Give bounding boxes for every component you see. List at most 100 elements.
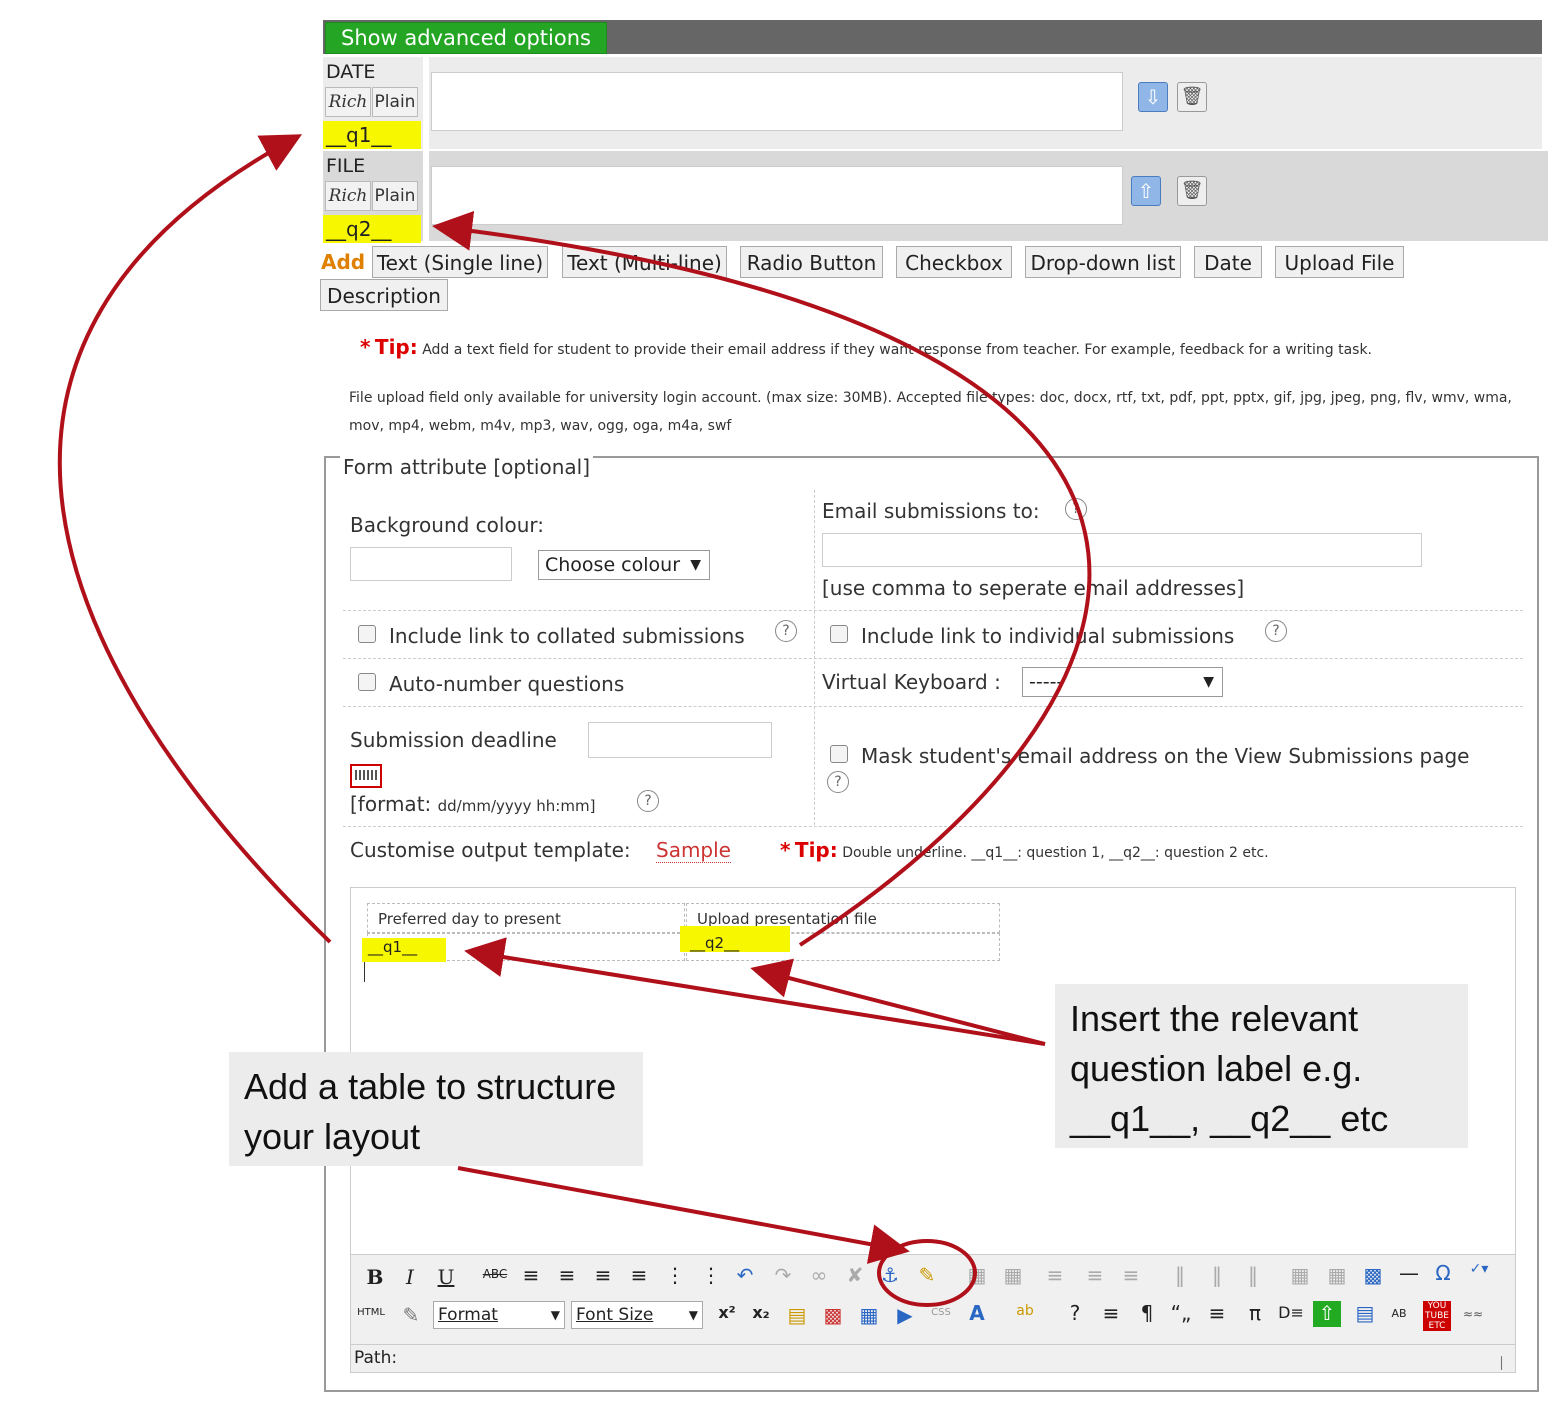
help-icon[interactable]: ? [827,771,849,793]
pilcrow-icon[interactable]: ¶ [1133,1301,1161,1325]
delete-row-icon[interactable]: ≡ [1117,1263,1145,1287]
file-upload-info: File upload field only available for uni… [349,390,1512,434]
format-select[interactable]: Format ▼ [433,1301,565,1329]
plain-text-button[interactable]: Plain [372,87,418,117]
insert-table-icon[interactable]: ✎ [913,1263,941,1287]
delete-col-icon[interactable]: ‖ [1239,1263,1267,1287]
special-char-icon[interactable]: Ω [1429,1261,1457,1285]
abbreviation-icon[interactable]: AB [1385,1307,1413,1320]
anchor-icon[interactable]: ⚓ [876,1263,904,1287]
table-header-cell[interactable]: Preferred day to present [367,903,685,933]
calendar-icon[interactable] [350,764,382,788]
redo-icon[interactable]: ↷ [769,1263,797,1287]
plain-text-button[interactable]: Plain [372,181,418,211]
definition-icon[interactable]: D≡ [1277,1303,1305,1322]
background-colour-label: Background colour: [350,513,544,537]
add-text-single-line-button[interactable]: Text (Single line) [372,246,548,278]
font-color-icon[interactable]: A [963,1301,991,1325]
window-icon[interactable]: ▤ [1351,1301,1379,1325]
virtual-keyboard-select[interactable]: ----- ▼ [1022,667,1223,697]
pi-icon[interactable]: π [1241,1301,1269,1325]
insert-row-after-icon[interactable]: ≡ [1081,1263,1109,1287]
mask-email-label: Mask student's email address on the View… [861,744,1470,768]
help-box-icon[interactable]: ? [1061,1301,1089,1325]
arrow-up-icon[interactable]: ⇧ [1131,176,1161,206]
numbered-list-icon[interactable]: ⋮ [697,1263,725,1287]
cell-label-q2: __q2__ [680,926,790,952]
help-icon[interactable]: ? [637,790,659,812]
template-tip: * Tip: Double underline. __q1__: questio… [780,838,1269,862]
align-right-icon[interactable]: ≡ [589,1263,617,1287]
superscript-icon[interactable]: x² [713,1303,741,1322]
trash-icon[interactable]: 🗑 [1177,176,1207,206]
visual-aid-icon[interactable]: ▩ [1359,1263,1387,1287]
background-colour-input[interactable] [350,547,512,581]
choose-colour-select[interactable]: Choose colour ▼ [538,550,710,580]
indent-icon[interactable]: ≡ [1097,1301,1125,1325]
submission-deadline-input[interactable] [588,722,772,758]
spellcheck-icon[interactable]: ✓▾ [1465,1261,1493,1277]
resize-handle-icon[interactable]: ∣ [1498,1355,1505,1371]
paste-word-icon[interactable]: ▤ [783,1303,811,1327]
unlink-icon[interactable]: ✘ [841,1263,869,1287]
show-advanced-options-button[interactable]: Show advanced options [325,22,607,54]
upload-icon[interactable]: ⇧ [1313,1301,1341,1327]
split-cells-icon[interactable]: ▦ [1286,1263,1314,1287]
link-icon[interactable]: ∞ [805,1263,833,1287]
mask-email-checkbox[interactable] [830,745,848,763]
email-submissions-input[interactable] [822,533,1422,567]
add-upload-file-button[interactable]: Upload File [1275,246,1404,278]
insert-image-icon[interactable]: ▩ [819,1303,847,1327]
auto-number-checkbox[interactable] [358,673,376,691]
question-row-date: DATE Rich Plain __q1__ ⇩ 🗑 [323,57,1542,149]
help-icon[interactable]: ? [1265,620,1287,642]
quote-icon[interactable]: “„ [1167,1301,1195,1325]
font-size-select[interactable]: Font Size ▼ [571,1301,703,1329]
arrow-down-icon[interactable]: ⇩ [1138,82,1168,112]
add-text-multi-line-button[interactable]: Text (Multi-line) [562,246,727,278]
rich-text-button[interactable]: Rich [325,181,371,211]
underline-icon[interactable]: U [432,1265,460,1289]
trash-icon[interactable]: 🗑 [1177,82,1207,112]
insert-date-icon[interactable]: ▦ [855,1303,883,1327]
add-date-button[interactable]: Date [1194,246,1262,278]
help-icon[interactable]: ? [1065,498,1087,520]
email-submissions-label: Email submissions to: [822,499,1040,523]
sample-link[interactable]: Sample [656,838,731,863]
add-description-button[interactable]: Description [320,279,448,311]
collated-submissions-checkbox[interactable] [358,625,376,643]
cell-properties-icon[interactable]: ▦ [999,1263,1027,1287]
insert-col-after-icon[interactable]: ‖ [1203,1263,1231,1287]
rich-text-button[interactable]: Rich [325,87,371,117]
add-checkbox-button[interactable]: Checkbox [896,246,1012,278]
align-left-icon[interactable]: ≡ [517,1263,545,1287]
strikethrough-icon[interactable]: ABC [481,1267,509,1281]
signature-icon[interactable]: ≈≈ [1459,1307,1487,1321]
horizontal-rule-icon[interactable]: — [1395,1261,1423,1285]
justify-icon[interactable]: ≡ [625,1263,653,1287]
individual-submissions-checkbox[interactable] [830,625,848,643]
add-dropdown-button[interactable]: Drop-down list [1025,246,1181,278]
undo-icon[interactable]: ↶ [731,1263,759,1287]
eraser-icon[interactable]: ✎ [397,1303,425,1327]
youtube-icon[interactable]: YOU TUBE ETC [1423,1301,1451,1331]
insert-col-before-icon[interactable]: ‖ [1166,1263,1194,1287]
subscript-icon[interactable]: x₂ [747,1303,775,1322]
italic-icon[interactable]: I [396,1265,424,1289]
question-text-input[interactable] [431,72,1123,131]
align-center-icon[interactable]: ≡ [553,1263,581,1287]
bold-icon[interactable]: B [361,1265,389,1289]
css-icon[interactable]: CSS [927,1307,955,1318]
media-icon[interactable]: ▶ [891,1303,919,1327]
html-source-icon[interactable]: HTML [357,1307,385,1318]
bullet-list-icon[interactable]: ⋮ [661,1263,689,1287]
add-radio-button[interactable]: Radio Button [740,246,883,278]
tip-text: * Tip: Add a text field for student to p… [360,335,1372,359]
table-properties-icon[interactable]: ▦ [963,1263,991,1287]
question-text-input[interactable] [431,166,1123,225]
insert-row-before-icon[interactable]: ≡ [1041,1263,1069,1287]
merge-cells-icon[interactable]: ▦ [1323,1263,1351,1287]
help-icon[interactable]: ? [775,620,797,642]
highlight-icon[interactable]: ab [1011,1303,1039,1319]
blockquote-icon[interactable]: ≡ [1203,1301,1231,1325]
